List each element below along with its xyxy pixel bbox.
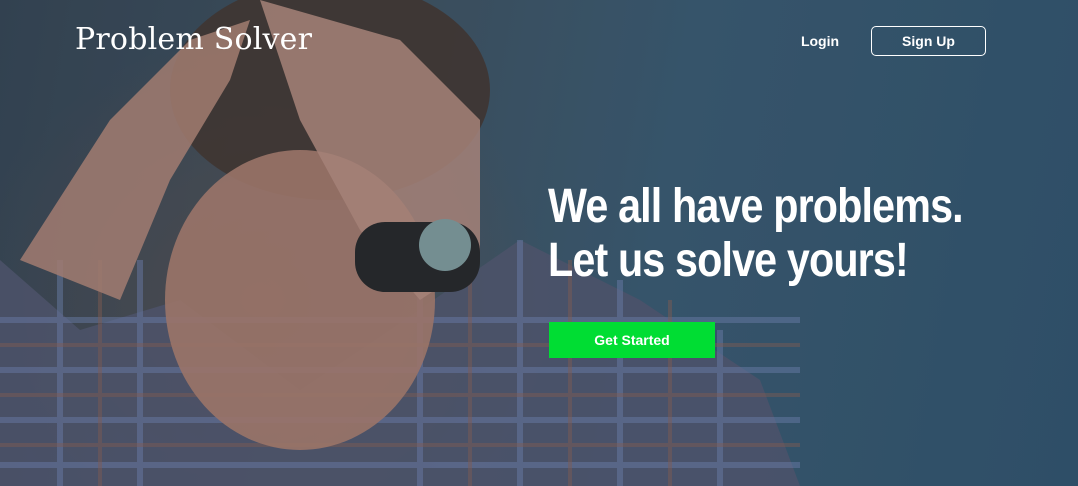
login-link[interactable]: Login: [796, 31, 844, 51]
hero-headline-line-2: Let us solve yours!: [548, 234, 909, 287]
signup-button[interactable]: Sign Up: [871, 26, 986, 56]
site-logo[interactable]: Problem Solver: [75, 22, 312, 57]
hero-headline: We all have problems. Let us solve yours…: [548, 180, 964, 288]
get-started-button[interactable]: Get Started: [549, 322, 715, 358]
hero-headline-line-1: We all have problems.: [548, 180, 964, 233]
